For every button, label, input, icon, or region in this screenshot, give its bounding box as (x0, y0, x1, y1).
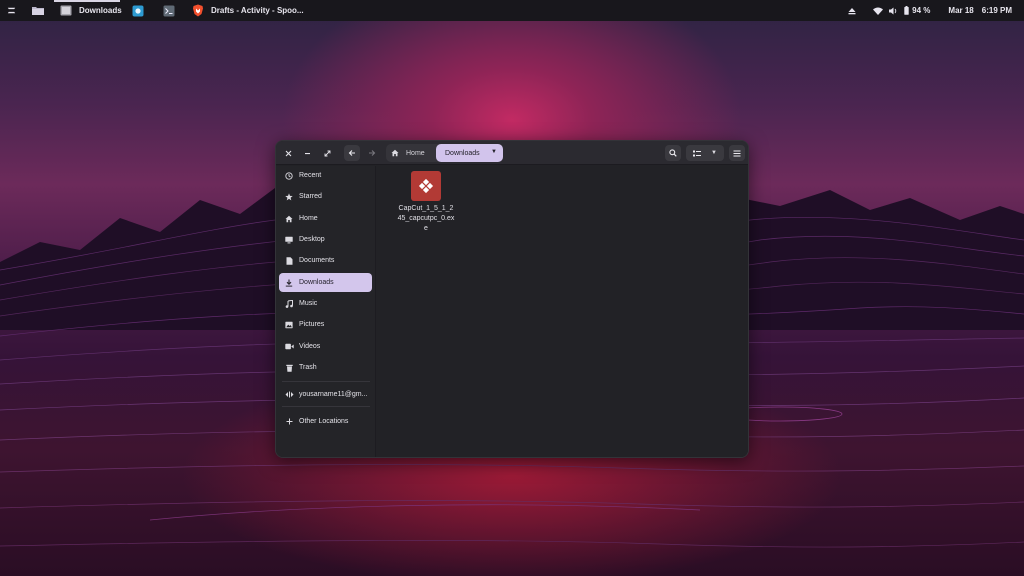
taskbar-browser-window[interactable]: Drafts - Activity - Spoo... (192, 0, 304, 21)
clock-icon (285, 171, 293, 180)
eject-icon (848, 7, 856, 14)
wifi-status[interactable] (873, 0, 884, 21)
brave-browser-icon (193, 4, 203, 17)
sidebar-item-home[interactable]: Home (279, 209, 372, 228)
taskbar-terminal[interactable] (163, 0, 175, 21)
file-manager-window: Home Downloads ▼ ▼ Recent Starred Home D… (275, 140, 749, 458)
restore-button[interactable] (319, 145, 335, 161)
breadcrumb-current-label: Downloads (445, 149, 480, 157)
sidebar-item-desktop[interactable]: Desktop (279, 230, 372, 249)
home-icon (285, 215, 293, 222)
top-panel: Downloads Drafts - Activity - Spoo... 94… (0, 0, 1024, 21)
network-share-icon (285, 391, 293, 398)
executable-icon (411, 171, 441, 201)
arrow-right-icon (369, 150, 376, 156)
trash-icon (285, 364, 293, 372)
sidebar-item-label: Music (299, 300, 318, 307)
sidebar-item-documents[interactable]: Documents (279, 251, 372, 270)
chevron-down-icon: ▼ (491, 149, 497, 155)
search-button[interactable] (665, 145, 681, 161)
search-icon (669, 149, 677, 157)
sidebar-item-label: Downloads (299, 279, 334, 286)
home-icon (391, 149, 399, 157)
sidebar-item-label: Trash (299, 364, 317, 371)
places-sidebar: Recent Starred Home Desktop Documents Do… (276, 166, 376, 457)
file-view: CapCut_1_5_1_245_capcutpc_0.exe (377, 166, 748, 457)
sidebar-item-label: Home (299, 215, 318, 222)
document-icon (286, 256, 292, 265)
app-menu-button[interactable] (6, 0, 17, 21)
sidebar-separator (282, 406, 370, 407)
breadcrumb-current[interactable]: Downloads ▼ (436, 144, 503, 162)
taskbar-files-folder[interactable] (31, 0, 45, 21)
sidebar-item-other-locations[interactable]: Other Locations (279, 412, 372, 431)
file-name: CapCut_1_5_1_245_capcutpc_0.exe (397, 205, 455, 232)
video-icon (284, 343, 294, 350)
close-icon (285, 150, 291, 156)
minimize-icon (304, 152, 310, 154)
breadcrumb-home-label: Home (406, 149, 425, 157)
clock-date[interactable]: Mar 18 (948, 6, 973, 15)
sidebar-item-label: yousarname11@gm... (299, 391, 368, 398)
battery-status[interactable] (904, 0, 909, 21)
sidebar-item-label: Pictures (299, 321, 325, 328)
taskbar-window-title: Downloads (79, 6, 122, 15)
sidebar-item-downloads[interactable]: Downloads (279, 273, 372, 292)
sidebar-separator (282, 381, 370, 382)
sidebar-item-music[interactable]: Music (279, 294, 372, 313)
breadcrumb-home[interactable]: Home (386, 144, 431, 162)
chevron-down-icon: ▼ (711, 150, 717, 156)
volume-icon (889, 7, 897, 14)
system-tray: 94 % Mar 18 6:19 PM (848, 0, 1024, 21)
picture-icon (285, 321, 293, 328)
sidebar-item-label: Recent (299, 172, 322, 179)
view-options-button[interactable]: ▼ (686, 145, 724, 161)
clock-time[interactable]: 6:19 PM (982, 6, 1012, 15)
volume-status[interactable] (889, 0, 898, 21)
star-icon (285, 192, 293, 200)
wifi-icon (873, 7, 884, 15)
file-manager-icon (60, 5, 72, 16)
header-bar: Home Downloads ▼ ▼ (276, 141, 748, 165)
taskbar-window-title: Drafts - Activity - Spoo... (211, 6, 304, 15)
main-menu-button[interactable] (729, 145, 745, 161)
path-bar: Home Downloads ▼ (386, 144, 503, 162)
restore-icon (324, 150, 330, 156)
taskbar-downloads-window[interactable]: Downloads (60, 0, 122, 21)
sidebar-item-label: Other Locations (299, 418, 349, 425)
arrow-left-icon (348, 150, 355, 156)
sidebar-item-label: Documents (299, 257, 335, 264)
sidebar-item-recent[interactable]: Recent (279, 166, 372, 185)
app-icon (132, 5, 144, 16)
battery-icon (904, 6, 909, 15)
sidebar-item-videos[interactable]: Videos (279, 337, 372, 356)
plus-icon (286, 418, 292, 425)
desktop-icon (285, 236, 293, 243)
taskbar-app-launcher[interactable] (132, 0, 144, 21)
sidebar-item-network-share[interactable]: yousarname11@gm... (279, 385, 372, 404)
zorin-logo-icon (7, 7, 16, 14)
music-icon (285, 299, 293, 308)
sidebar-item-starred[interactable]: Starred (279, 187, 372, 206)
sidebar-item-label: Starred (299, 193, 322, 200)
file-item[interactable]: CapCut_1_5_1_245_capcutpc_0.exe (397, 171, 455, 234)
minimize-button[interactable] (299, 145, 315, 161)
download-icon (285, 279, 293, 287)
folder-icon (32, 7, 44, 15)
hamburger-menu-icon (733, 150, 741, 156)
terminal-icon (163, 5, 175, 16)
forward-button[interactable] (364, 145, 380, 161)
eject-button[interactable] (848, 0, 856, 21)
list-view-icon (693, 150, 702, 156)
back-button[interactable] (344, 145, 360, 161)
battery-percentage: 94 % (912, 6, 931, 15)
sidebar-item-pictures[interactable]: Pictures (279, 315, 372, 334)
sidebar-item-label: Videos (299, 343, 321, 350)
close-button[interactable] (280, 145, 296, 161)
sidebar-item-trash[interactable]: Trash (279, 358, 372, 377)
sidebar-item-label: Desktop (299, 236, 325, 243)
